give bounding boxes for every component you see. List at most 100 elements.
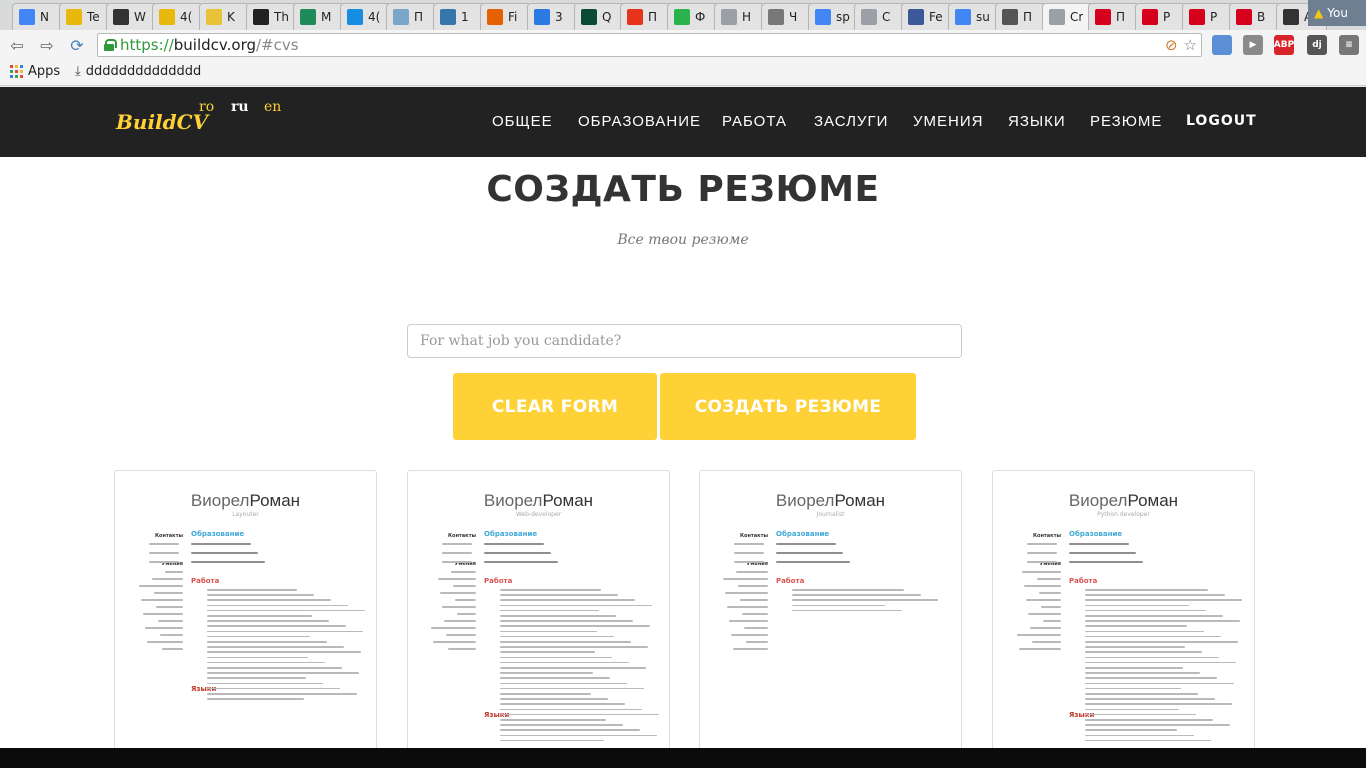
cv-text-line: [500, 724, 623, 726]
browser-tab[interactable]: M: [293, 3, 344, 30]
job-title-input[interactable]: [407, 324, 962, 358]
browser-tab[interactable]: N: [12, 3, 63, 30]
cv-text-line: [152, 578, 183, 580]
adblock-icon[interactable]: ABP: [1274, 35, 1294, 55]
browser-tab[interactable]: Ф: [667, 3, 718, 30]
cv-text-line: [500, 698, 608, 700]
menu-icon[interactable]: ≡: [1339, 35, 1359, 55]
back-button[interactable]: ⇦: [6, 35, 28, 55]
browser-tab[interactable]: sp: [808, 3, 859, 30]
lang-en-link[interactable]: en: [264, 99, 281, 115]
cv-text-line: [500, 635, 614, 638]
omnibox-actions: ⊘ ☆: [1165, 36, 1197, 54]
tab-title: Ч: [789, 10, 798, 24]
cookie-blocked-icon[interactable]: ⊘: [1165, 36, 1178, 54]
browser-tab[interactable]: В: [1229, 3, 1280, 30]
nav-work[interactable]: РАБОТА: [722, 113, 787, 130]
browser-tab[interactable]: Ч: [761, 3, 812, 30]
tab-title: W: [134, 10, 146, 24]
browser-tab[interactable]: Р: [1135, 3, 1186, 30]
cv-preview-card[interactable]: ВиорелРоман Layouter Контакты Образование Ум…: [114, 470, 377, 748]
browser-tab[interactable]: K: [199, 3, 250, 30]
browser-tab[interactable]: Н: [714, 3, 765, 30]
browser-tab[interactable]: W: [106, 3, 157, 30]
site-logo[interactable]: BuildCV: [116, 110, 208, 134]
download-bookmark-label: dddddddddddddd: [85, 64, 202, 79]
browser-tab[interactable]: Fe: [901, 3, 952, 30]
create-resume-button[interactable]: СОЗДАТЬ РЕЗЮМЕ: [660, 373, 916, 440]
cv-education-heading: Образование: [484, 530, 538, 538]
cv-text-line: [1027, 561, 1057, 563]
browser-tab[interactable]: 1: [433, 3, 484, 30]
cv-text-line: [1085, 651, 1202, 653]
bookmark-star-icon[interactable]: ☆: [1184, 36, 1197, 54]
apps-bookmark[interactable]: Apps: [10, 64, 60, 79]
browser-tab[interactable]: Fi: [480, 3, 531, 30]
lock-icon: [104, 39, 117, 51]
reload-button[interactable]: ⟳: [66, 35, 88, 55]
browser-tab[interactable]: П: [386, 3, 437, 30]
user-label: You: [1327, 6, 1348, 20]
fire-icon: [487, 9, 503, 25]
tab-title: Р: [1163, 10, 1171, 24]
clear-form-button[interactable]: CLEAR FORM: [453, 373, 657, 440]
cv-text-line: [736, 571, 768, 573]
django-icon: [581, 9, 597, 25]
browser-tab[interactable]: 3: [527, 3, 578, 30]
download-bookmark[interactable]: ⤓ dddddddddddddd: [75, 64, 213, 79]
cv-text-line: [1032, 641, 1061, 643]
play-icon[interactable]: ▶: [1243, 35, 1263, 55]
browser-tab[interactable]: Q: [574, 3, 625, 30]
bookmarks-bar: Apps ⤓ dddddddddddddd: [0, 60, 1366, 86]
cv-text-line: [500, 708, 642, 711]
cv-text-line: [207, 651, 361, 653]
cv-text-line: [500, 734, 657, 737]
browser-tab[interactable]: 4(: [340, 3, 391, 30]
tab-title: П: [1023, 10, 1033, 24]
nav-skills[interactable]: УМЕНИЯ: [913, 113, 983, 130]
cv-preview-card[interactable]: ВиорелРоман Python developer Контакты Образ…: [992, 470, 1255, 748]
user-profile-button[interactable]: ▲ You: [1308, 0, 1366, 26]
nav-general[interactable]: ОБЩЕЕ: [492, 113, 553, 130]
nav-logout[interactable]: LOGOUT: [1186, 113, 1257, 129]
cv-text-line: [162, 648, 183, 650]
cv-preview-card[interactable]: ВиорелРоман Journalist Контакты Образование…: [699, 470, 962, 748]
cv-name: ВиорелРоман: [408, 491, 669, 511]
cv-text-line: [451, 571, 476, 573]
browser-tab[interactable]: С: [854, 3, 905, 30]
lang-ru-link[interactable]: ru: [231, 99, 249, 115]
tab-title: Cr: [1070, 10, 1084, 24]
lang-ro-link[interactable]: ro: [199, 99, 214, 115]
browser-tab[interactable]: Te: [59, 3, 110, 30]
browser-tab[interactable]: П: [995, 3, 1046, 30]
browser-tab[interactable]: П: [620, 3, 671, 30]
page-icon: [1049, 9, 1065, 25]
browser-tab[interactable]: su: [948, 3, 999, 30]
cv-text-line: [442, 552, 472, 554]
cv-text-line: [727, 606, 768, 608]
cv-text-line: [207, 609, 365, 612]
cv-preview-card[interactable]: ВиорелРоман Web-developer Контакты Образова…: [407, 470, 670, 748]
browser-tab[interactable]: 4(: [152, 3, 203, 30]
download-icon: ⤓: [75, 64, 81, 79]
folder-icon[interactable]: [1212, 35, 1232, 55]
cv-text-line: [158, 620, 183, 622]
nav-merits[interactable]: ЗАСЛУГИ: [814, 113, 888, 130]
dj-icon[interactable]: dj: [1307, 35, 1327, 55]
browser-tab[interactable]: П: [1088, 3, 1139, 30]
browser-tab[interactable]: Cr: [1042, 3, 1093, 30]
web-page: BuildCV ro ru en ОБЩЕЕ ОБРАЗОВАНИЕ РАБОТ…: [0, 87, 1366, 748]
nav-languages[interactable]: ЯЗЫКИ: [1008, 113, 1066, 130]
cv-text-line: [1085, 739, 1211, 742]
address-bar[interactable]: https://buildcv.org/#cvs ⊘ ☆: [97, 33, 1202, 57]
browser-tab[interactable]: Th: [246, 3, 297, 30]
nav-resume[interactable]: РЕЗЮМЕ: [1090, 113, 1162, 130]
cv-text-line: [776, 561, 850, 563]
browser-tab[interactable]: Р: [1182, 3, 1233, 30]
cv-text-line: [191, 561, 265, 563]
h-icon: [393, 9, 409, 25]
site-navbar: BuildCV ro ru en ОБЩЕЕ ОБРАЗОВАНИЕ РАБОТ…: [0, 87, 1366, 157]
forward-button[interactable]: ⇨: [36, 35, 58, 55]
nav-education[interactable]: ОБРАЗОВАНИЕ: [578, 113, 701, 130]
shield-icon: [534, 9, 550, 25]
